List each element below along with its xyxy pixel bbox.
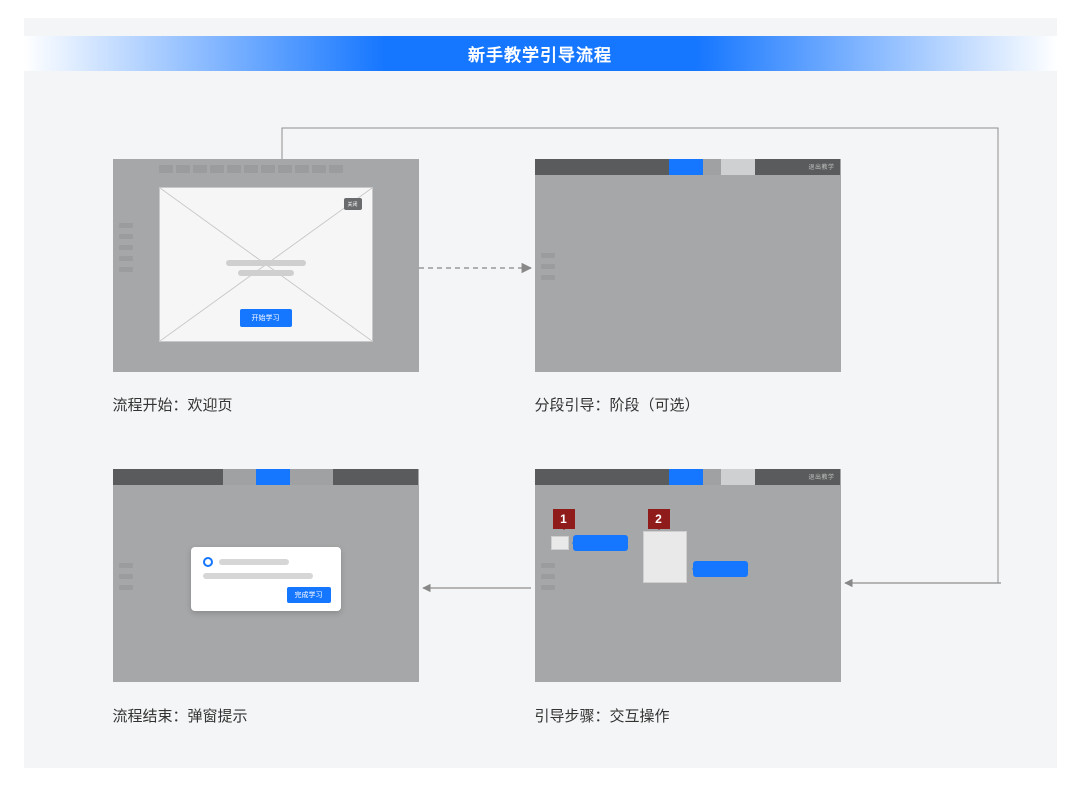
completion-popup: 完成学习	[191, 547, 341, 611]
panel-steps-caption: 引导步骤：交互操作	[535, 705, 670, 726]
popup-title-placeholder	[219, 559, 289, 565]
panel-welcome: 关闭 开始学习	[113, 159, 419, 372]
panel-phase-caption: 分段引导：阶段（可选）	[535, 394, 700, 415]
close-badge[interactable]: 关闭	[344, 198, 362, 210]
welcome-envelope: 关闭 开始学习	[159, 187, 373, 342]
flow-arrow-2	[841, 578, 1006, 598]
exit-tutorial-link[interactable]: 退出教学	[808, 162, 834, 171]
phase-topbar	[535, 159, 841, 175]
side-dots-placeholder	[119, 217, 133, 278]
finish-learning-button[interactable]: 完成学习	[287, 587, 331, 603]
popup-body-placeholder	[203, 573, 313, 579]
panel-end: 完成学习	[113, 469, 419, 682]
flow-arrow-1	[419, 258, 535, 278]
step-marker-1: 1	[553, 509, 575, 529]
info-icon	[203, 557, 213, 567]
end-topbar	[113, 469, 419, 485]
exit-tutorial-link[interactable]: 退出教学	[808, 472, 834, 481]
side-dots-placeholder	[541, 247, 555, 286]
side-dots-placeholder	[119, 557, 133, 596]
panel-end-caption: 流程结束：弹窗提示	[113, 705, 248, 726]
diagram-title: 新手教学引导流程	[24, 36, 1057, 71]
panel-steps: 退出教学 1 2	[535, 469, 841, 682]
step-marker-2: 2	[648, 509, 670, 529]
step-tooltip-1	[573, 535, 628, 551]
side-dots-placeholder	[541, 557, 555, 596]
flow-arrow-3	[419, 578, 535, 598]
panel-phase: 退出教学	[535, 159, 841, 372]
panel-welcome-caption: 流程开始：欢迎页	[113, 394, 233, 415]
start-learning-button[interactable]: 开始学习	[240, 309, 292, 327]
step-hotspot-1[interactable]	[551, 536, 569, 550]
step-tooltip-2	[693, 561, 748, 577]
top-tabstrip-placeholder	[113, 165, 419, 177]
welcome-text-placeholder	[226, 256, 306, 280]
steps-topbar	[535, 469, 841, 485]
diagram-canvas: 新手教学引导流程 关闭 开始学习 流程开始：欢迎页	[24, 18, 1057, 768]
step-hotspot-2[interactable]	[643, 531, 687, 583]
